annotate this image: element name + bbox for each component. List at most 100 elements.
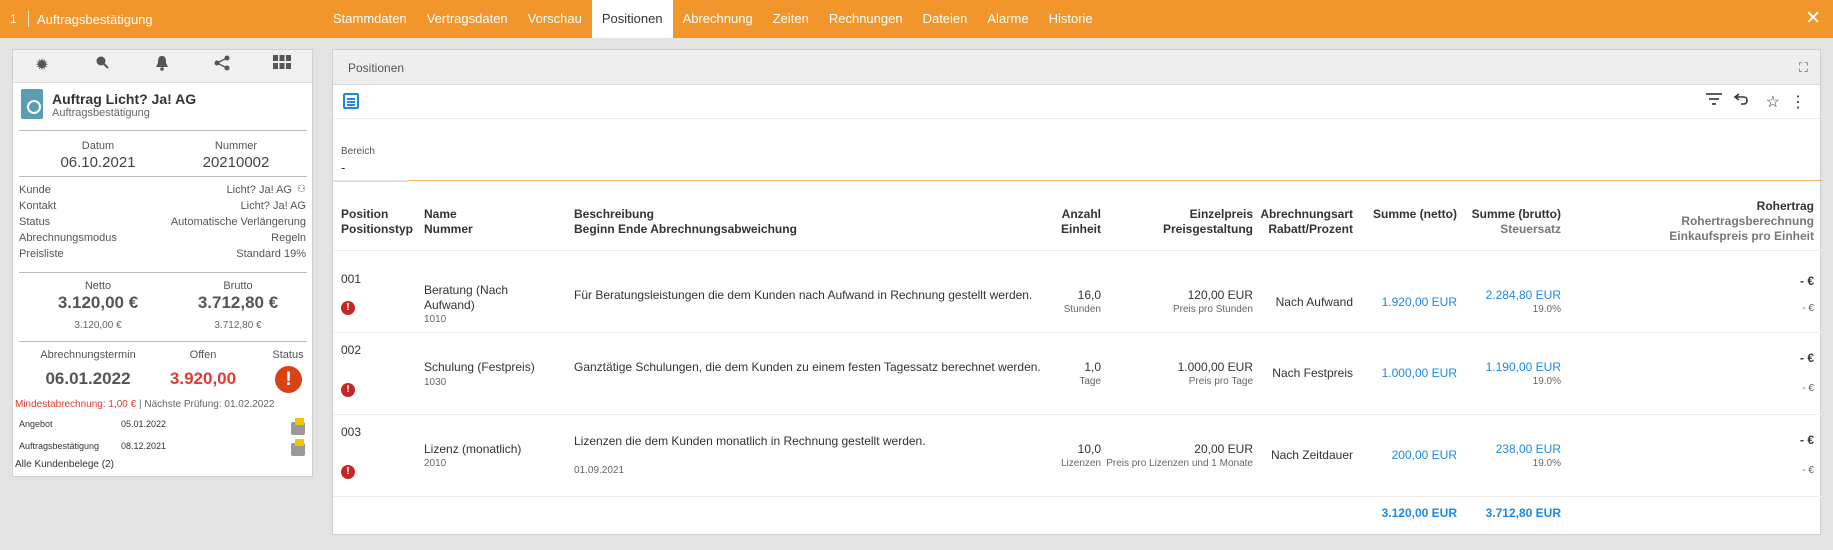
kunde-value[interactable]: Licht? Ja! AG xyxy=(227,184,292,196)
alle-kundenbelege-link[interactable]: Alle Kundenbelege (2) xyxy=(15,459,114,470)
tab-historie[interactable]: Historie xyxy=(1039,0,1103,38)
sidebar-toolbar: ✹ xyxy=(13,50,312,83)
status-label: Status xyxy=(19,216,51,228)
col-position[interactable]: Position Positionstyp xyxy=(341,207,413,237)
kontakt-label: Kontakt xyxy=(19,200,57,212)
tab-rechnungen[interactable]: Rechnungen xyxy=(819,0,913,38)
col-einzelpreis[interactable]: Einzelpreis Preisgestaltung xyxy=(1073,207,1253,237)
row-divider xyxy=(333,332,1822,333)
netto-small: 3.120,00 € xyxy=(74,320,122,331)
row2-rohertrag: - € xyxy=(1799,351,1814,365)
offen-value: 3.920,00 xyxy=(169,369,237,388)
divider xyxy=(19,341,307,342)
document-certificate-icon xyxy=(21,89,43,119)
datum-value: 06.10.2021 xyxy=(60,154,136,171)
col-summe-netto[interactable]: Summe (netto) xyxy=(1333,207,1457,222)
row2-position: 002 xyxy=(341,343,362,357)
people-icon[interactable]: ⚇ xyxy=(297,184,306,195)
tab-stammdaten[interactable]: Stammdaten xyxy=(323,0,417,38)
row2-nummer: 1030 xyxy=(424,377,447,388)
row3-preisgestaltung: Preis pro Lizenzen und 1 Monate xyxy=(1106,458,1253,469)
tab-zeiten[interactable]: Zeiten xyxy=(763,0,819,38)
more-vert-icon[interactable]: ⋮ xyxy=(1790,92,1806,112)
row2-einkaufspreis: - € xyxy=(1802,383,1814,394)
total-summe-netto: 3.120,00 EUR xyxy=(1381,506,1457,520)
undo-icon[interactable] xyxy=(1733,92,1750,111)
tab-bar: Stammdaten Vertragsdaten Vorschau Positi… xyxy=(323,0,1103,38)
app-title: Auftragsbestätigung xyxy=(37,12,153,27)
col-beschreibung[interactable]: Beschreibung Beginn Ende Abrechnungsabwei… xyxy=(574,207,797,237)
total-summe-brutto: 3.712,80 EUR xyxy=(1485,506,1561,520)
netto-value: 3.120,00 € xyxy=(57,293,139,312)
panel-toolbar: ☆ ⋮ xyxy=(333,85,1820,119)
abrechnungstermin-value: 06.01.2022 xyxy=(45,369,131,388)
col-rohertrag[interactable]: Rohertrag Rohertragsberechnung Einkaufspre… xyxy=(1533,199,1814,244)
filter-icon[interactable] xyxy=(1706,92,1722,111)
printer-icon[interactable] xyxy=(291,418,305,435)
row1-beschreibung: Für Beratungsleistungen die dem Kunden n… xyxy=(574,288,1033,302)
status-alert-icon[interactable]: ! xyxy=(275,366,302,393)
row2-warning-icon[interactable]: ! xyxy=(341,383,355,397)
row1-einkaufspreis: - € xyxy=(1802,303,1814,314)
kunde-label: Kunde xyxy=(19,184,51,196)
fullscreen-icon[interactable]: ⛶ xyxy=(1799,60,1808,76)
abrechnungstermin-label: Abrechnungstermin xyxy=(40,349,136,361)
share-icon[interactable] xyxy=(209,55,235,76)
bereich-label: Bereich xyxy=(341,146,375,157)
window-number: 1 xyxy=(10,12,17,26)
row1-preisgestaltung: Preis pro Stunden xyxy=(1172,304,1253,315)
tab-positionen[interactable]: Positionen xyxy=(591,0,673,38)
document-header: Auftrag Licht? Ja! AG Auftragsbestätigun… xyxy=(13,83,312,129)
brutto-label: Brutto xyxy=(223,280,253,292)
row2-name[interactable]: Schulung (Festpreis) xyxy=(424,360,535,374)
offen-label: Offen xyxy=(189,349,217,361)
search-icon[interactable] xyxy=(89,55,115,74)
row3-warning-icon[interactable]: ! xyxy=(341,465,355,479)
row1-name[interactable]: Beratung (Nach Aufwand) xyxy=(424,283,508,313)
row3-position: 003 xyxy=(341,425,362,439)
row3-einzelpreis: 20,00 EUR xyxy=(1194,442,1253,456)
status-value: Automatische Verlängerung xyxy=(170,216,306,228)
datum-label: Datum xyxy=(81,140,115,152)
row3-rohertrag: - € xyxy=(1799,433,1814,447)
close-icon[interactable]: ✕ xyxy=(1805,9,1821,28)
row1-nummer: 1010 xyxy=(424,314,447,325)
col-name[interactable]: Name Nummer xyxy=(424,207,473,237)
divider xyxy=(19,130,307,131)
row3-name[interactable]: Lizenz (monatlich) xyxy=(424,442,521,456)
beleg-auftragsbestaetigung-label[interactable]: Auftragsbestätigung xyxy=(19,441,99,451)
brutto-small: 3.712,80 € xyxy=(214,320,262,331)
row1-warning-icon[interactable]: ! xyxy=(341,301,355,315)
document-subtitle: Auftragsbestätigung xyxy=(52,107,150,119)
bell-icon[interactable] xyxy=(149,55,175,76)
tab-dateien[interactable]: Dateien xyxy=(913,0,978,38)
row1-rohertrag: - € xyxy=(1799,274,1814,288)
list-view-icon[interactable] xyxy=(343,93,359,109)
naechste-pruefung-text: | Nächste Prüfung: 01.02.2022 xyxy=(138,399,275,410)
beleg-angebot-date: 05.01.2022 xyxy=(121,419,167,429)
bereich-value[interactable]: - xyxy=(341,160,345,175)
tab-abrechnung[interactable]: Abrechnung xyxy=(673,0,763,38)
printer-icon[interactable] xyxy=(291,439,305,456)
abrechnungsmodus-label: Abrechnungsmodus xyxy=(19,232,117,244)
beleg-auftragsbestaetigung-date: 08.12.2021 xyxy=(121,441,167,451)
tab-vorschau[interactable]: Vorschau xyxy=(518,0,592,38)
star-icon[interactable]: ☆ xyxy=(1766,92,1780,112)
row2-einzelpreis: 1.000,00 EUR xyxy=(1177,360,1253,374)
pruefung-line: Mindestabrechnung: 1,00 € | Nächste Prüf… xyxy=(15,399,274,410)
row2-preisgestaltung: Preis pro Tage xyxy=(1188,376,1253,387)
apps-grid-icon[interactable] xyxy=(269,55,295,74)
settings-icon[interactable]: ✹ xyxy=(29,55,55,75)
preisliste-value: Standard 19% xyxy=(236,248,306,260)
nummer-label: Nummer xyxy=(214,140,258,152)
beleg-angebot-label[interactable]: Angebot xyxy=(19,419,53,429)
row1-summe-brutto: 2.284,80 EUR xyxy=(1485,288,1561,302)
row3-summe-netto: 200,00 EUR xyxy=(1391,448,1457,462)
tab-vertragsdaten[interactable]: Vertragsdaten xyxy=(417,0,518,38)
status-header-label: Status xyxy=(272,349,304,361)
document-title: Auftrag Licht? Ja! AG xyxy=(52,91,197,107)
kontakt-value[interactable]: Licht? Ja! AG xyxy=(241,200,306,212)
tab-alarme[interactable]: Alarme xyxy=(977,0,1038,38)
row2-summe-netto: 1.000,00 EUR xyxy=(1381,366,1457,380)
divider xyxy=(19,272,307,273)
